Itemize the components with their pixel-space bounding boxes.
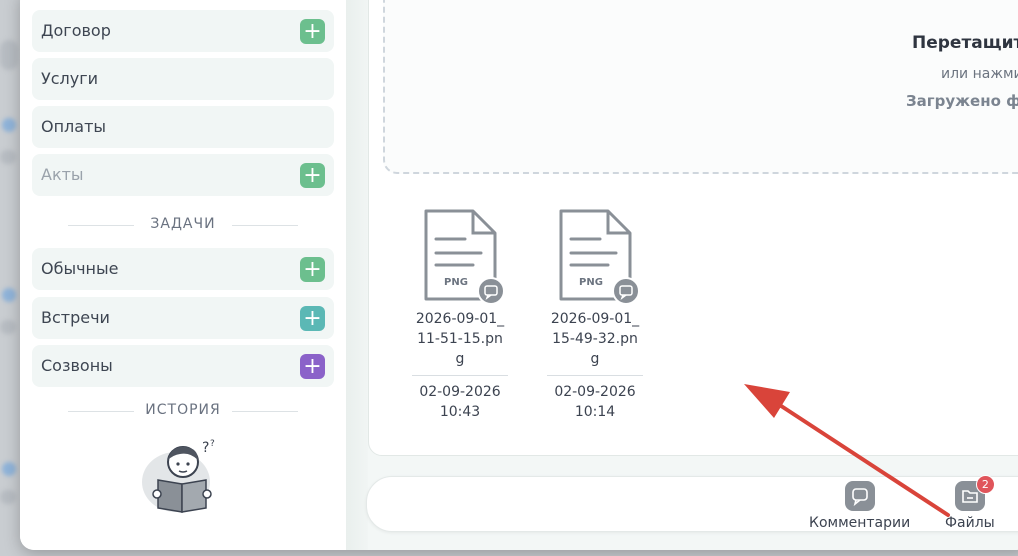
- file-card[interactable]: PNG 2026-09-01_15-49-32.png 02-09-2026 1…: [536, 207, 654, 420]
- svg-text:?: ?: [210, 439, 215, 449]
- file-dropzone[interactable]: Перетащите или нажмит Загружено фа: [383, 0, 1018, 174]
- comments-icon: [844, 481, 875, 511]
- sidebar-item-services[interactable]: Услуги: [32, 58, 334, 100]
- folder-icon: 2: [954, 475, 995, 511]
- add-regular-task-button[interactable]: +: [300, 257, 325, 282]
- dropzone-title: Перетащите: [912, 33, 1018, 53]
- files-panel: Перетащите или нажмит Загружено фа PNG: [368, 0, 1018, 456]
- sidebar-item-calls[interactable]: Созвоны +: [32, 345, 334, 387]
- reading-person-illustration: ? ?: [142, 439, 215, 513]
- sidebar-item-label: Встречи: [41, 308, 110, 327]
- comments-button[interactable]: Комментарии: [809, 481, 910, 531]
- add-contract-button[interactable]: +: [300, 19, 325, 44]
- dropzone-subtitle: или нажмит: [941, 66, 1018, 82]
- content-area: Перетащите или нажмит Загружено фа PNG: [368, 0, 1018, 550]
- file-date: 02-09-2026: [419, 384, 501, 400]
- add-meeting-button[interactable]: +: [300, 306, 325, 331]
- plus-icon: +: [303, 18, 322, 44]
- comment-icon[interactable]: [477, 277, 505, 305]
- modal-window: Договор + Услуги Оплаты Акты + ЗАДАЧИ Об…: [20, 0, 1018, 550]
- plus-icon: +: [303, 256, 322, 282]
- files-count-badge: 2: [975, 475, 995, 494]
- png-file-icon[interactable]: PNG: [556, 207, 640, 305]
- files-button[interactable]: 2 Файлы: [945, 475, 995, 531]
- plus-icon: +: [303, 353, 322, 379]
- history-section-title: ИСТОРИЯ: [68, 402, 298, 422]
- sidebar-item-regular-tasks[interactable]: Обычные +: [32, 248, 334, 290]
- file-date: 02-09-2026: [554, 384, 636, 400]
- file-divider: [547, 375, 643, 376]
- files-label: Файлы: [945, 515, 995, 531]
- file-time: 10:14: [574, 404, 616, 420]
- svg-text:?: ?: [202, 440, 209, 456]
- file-divider: [412, 375, 508, 376]
- sidebar-item-meetings[interactable]: Встречи +: [32, 297, 334, 339]
- sidebar-item-label: Договор: [41, 21, 111, 40]
- sidebar-item-label: Оплаты: [41, 117, 107, 136]
- sidebar-item-contract[interactable]: Договор +: [32, 10, 334, 52]
- file-name[interactable]: 2026-09-01_15-49-32.png: [550, 309, 640, 369]
- sidebar-item-label: Акты: [41, 165, 84, 184]
- sidebar-item-label: Обычные: [41, 259, 119, 278]
- png-file-icon[interactable]: PNG: [421, 207, 505, 305]
- comment-icon[interactable]: [612, 277, 640, 305]
- sidebar-item-payments[interactable]: Оплаты: [32, 106, 334, 148]
- sidebar-divider: [346, 0, 368, 550]
- sidebar: Договор + Услуги Оплаты Акты + ЗАДАЧИ Об…: [20, 0, 346, 550]
- dropzone-uploaded-count: Загружено фа: [906, 92, 1018, 110]
- tasks-section-title: ЗАДАЧИ: [68, 216, 298, 236]
- add-call-button[interactable]: +: [300, 354, 325, 379]
- file-name[interactable]: 2026-09-01_11-51-15.png: [415, 309, 505, 369]
- file-time: 10:43: [439, 404, 481, 420]
- sidebar-item-acts[interactable]: Акты +: [32, 154, 334, 196]
- sidebar-item-label: Созвоны: [41, 356, 113, 375]
- plus-icon: +: [303, 305, 322, 331]
- comments-label: Комментарии: [809, 515, 911, 531]
- sidebar-item-label: Услуги: [41, 69, 99, 88]
- add-act-button[interactable]: +: [300, 163, 325, 188]
- bottom-toolbar: Комментарии 2 Файлы: [366, 475, 1018, 532]
- plus-icon: +: [303, 162, 322, 188]
- file-card[interactable]: PNG 2026-09-01_11-51-15.png 02-09-2026 1…: [401, 207, 519, 420]
